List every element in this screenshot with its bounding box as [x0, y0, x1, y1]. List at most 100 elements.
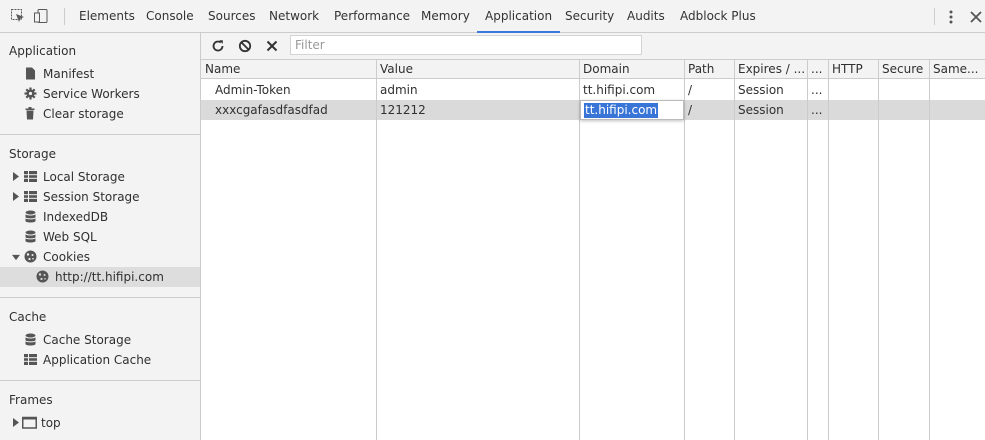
cookies-table: Name Value Domain Path Expires / ... ...…	[201, 60, 985, 440]
collapse-arrow-icon[interactable]	[12, 253, 20, 262]
close-devtools-icon[interactable]	[969, 10, 983, 24]
column-divider[interactable]	[376, 60, 377, 440]
sidebar-item-label: IndexedDB	[43, 210, 109, 224]
sidebar-item-web-sql[interactable]: Web SQL	[24, 227, 194, 247]
delete-selected-icon[interactable]	[265, 39, 279, 53]
filter-input[interactable]	[290, 35, 642, 55]
expand-arrow-icon[interactable]	[12, 192, 20, 201]
frame-icon	[22, 416, 37, 429]
grid-icon	[24, 354, 37, 365]
cell-path[interactable]: /	[684, 100, 734, 120]
selected-domain-text[interactable]: tt.hifipi.com	[584, 103, 659, 118]
sidebar-item-label: Cookies	[43, 250, 90, 264]
cell-path[interactable]: /	[684, 80, 734, 100]
cookie-icon	[24, 250, 37, 263]
column-divider[interactable]	[828, 60, 829, 440]
sidebar-item-cache-storage[interactable]: Cache Storage	[24, 330, 194, 350]
section-divider	[0, 297, 200, 298]
column-header-domain[interactable]: Domain	[579, 60, 684, 79]
cell-domain[interactable]: tt.hifipi.com	[579, 80, 684, 100]
sidebar-item-manifest[interactable]: Manifest	[24, 64, 194, 84]
sidebar-item-local-storage[interactable]: Local Storage	[12, 167, 194, 187]
column-divider[interactable]	[807, 60, 808, 440]
cell-value[interactable]: admin	[376, 80, 579, 100]
cell-size[interactable]: ...	[807, 80, 828, 100]
tab-application[interactable]: Application	[477, 0, 561, 33]
section-divider	[0, 380, 200, 381]
sidebar-item-label: http://tt.hifipi.com	[55, 270, 164, 284]
column-header-secure[interactable]: Secure	[878, 60, 929, 79]
sidebar-item-label: top	[41, 416, 61, 430]
column-header-size[interactable]: ...	[807, 60, 828, 79]
devtools-tab-bar: Elements Console Sources Network Perform…	[0, 0, 985, 33]
column-divider[interactable]	[734, 60, 735, 440]
tab-console[interactable]: Console	[146, 0, 194, 33]
refresh-icon[interactable]	[211, 39, 225, 53]
domain-cell-editor[interactable]: tt.hifipi.com	[580, 100, 684, 120]
column-header-samesite[interactable]: Same...	[929, 60, 985, 79]
column-header-path[interactable]: Path	[684, 60, 734, 79]
cookie-icon	[36, 270, 49, 283]
tab-audits[interactable]: Audits	[627, 0, 665, 33]
sidebar-item-label: Service Workers	[43, 87, 140, 101]
toolbar-separator	[64, 8, 65, 25]
database-icon	[25, 210, 36, 223]
cell-expires[interactable]: Session	[734, 80, 807, 100]
sidebar-item-label: Manifest	[43, 67, 95, 81]
sidebar-item-label: Cache Storage	[43, 333, 132, 347]
sidebar-item-service-workers[interactable]: Service Workers	[24, 84, 194, 104]
section-divider	[0, 134, 200, 135]
grid-icon	[24, 171, 37, 182]
cell-name[interactable]: Admin-Token	[201, 80, 376, 100]
cookies-toolbar	[201, 33, 985, 60]
column-header-expires[interactable]: Expires / ...	[734, 60, 807, 79]
column-header-http[interactable]: HTTP	[828, 60, 878, 79]
application-sidebar: Application Manifest Service Workers Cle…	[0, 33, 201, 440]
expand-arrow-icon[interactable]	[12, 172, 20, 181]
column-divider[interactable]	[929, 60, 930, 440]
more-options-icon[interactable]	[945, 9, 957, 25]
column-header-value[interactable]: Value	[376, 60, 579, 79]
column-divider[interactable]	[878, 60, 879, 440]
cell-name[interactable]: xxxcgafasdfasdfad	[201, 100, 376, 120]
tab-sources[interactable]: Sources	[208, 0, 255, 33]
sidebar-item-application-cache[interactable]: Application Cache	[24, 350, 194, 370]
inspect-element-icon[interactable]	[11, 9, 25, 23]
sidebar-item-frame-top[interactable]: top	[12, 413, 194, 433]
column-divider[interactable]	[684, 60, 685, 440]
table-header: Name Value Domain Path Expires / ... ...…	[201, 60, 985, 79]
sidebar-item-session-storage[interactable]: Session Storage	[12, 187, 194, 207]
section-title-storage: Storage	[9, 147, 56, 161]
cell-value[interactable]: 121212	[376, 100, 579, 120]
sidebar-item-clear-storage[interactable]: Clear storage	[24, 104, 194, 124]
gear-icon	[24, 87, 37, 100]
tab-performance[interactable]: Performance	[334, 0, 410, 33]
device-toolbar-icon[interactable]	[34, 9, 48, 23]
trash-icon	[25, 107, 35, 120]
grid-icon	[24, 191, 37, 202]
tab-adblock-plus[interactable]: Adblock Plus	[680, 0, 756, 33]
section-title-cache: Cache	[9, 310, 47, 324]
sidebar-item-label: Application Cache	[43, 353, 152, 367]
sidebar-item-cookie-origin[interactable]: http://tt.hifipi.com	[0, 267, 200, 287]
clear-all-icon[interactable]	[238, 39, 252, 53]
tab-elements[interactable]: Elements	[79, 0, 135, 33]
section-title-application: Application	[9, 44, 77, 58]
sidebar-item-label: Session Storage	[43, 190, 140, 204]
sidebar-item-cookies[interactable]: Cookies	[12, 247, 194, 267]
sidebar-item-label: Clear storage	[43, 107, 124, 121]
tab-network[interactable]: Network	[269, 0, 319, 33]
column-header-name[interactable]: Name	[201, 60, 376, 79]
sidebar-item-indexeddb[interactable]: IndexedDB	[24, 207, 194, 227]
section-title-frames: Frames	[9, 393, 53, 407]
cell-size[interactable]: ...	[807, 100, 828, 120]
toolbar-separator	[934, 8, 935, 25]
tab-security[interactable]: Security	[565, 0, 614, 33]
document-icon	[26, 67, 35, 80]
database-icon	[25, 333, 36, 346]
expand-arrow-icon[interactable]	[12, 418, 20, 427]
tab-memory[interactable]: Memory	[421, 0, 470, 33]
table-row[interactable]: Admin-Token admin tt.hifipi.com / Sessio…	[201, 80, 985, 100]
cell-expires[interactable]: Session	[734, 100, 807, 120]
database-icon	[25, 230, 36, 243]
